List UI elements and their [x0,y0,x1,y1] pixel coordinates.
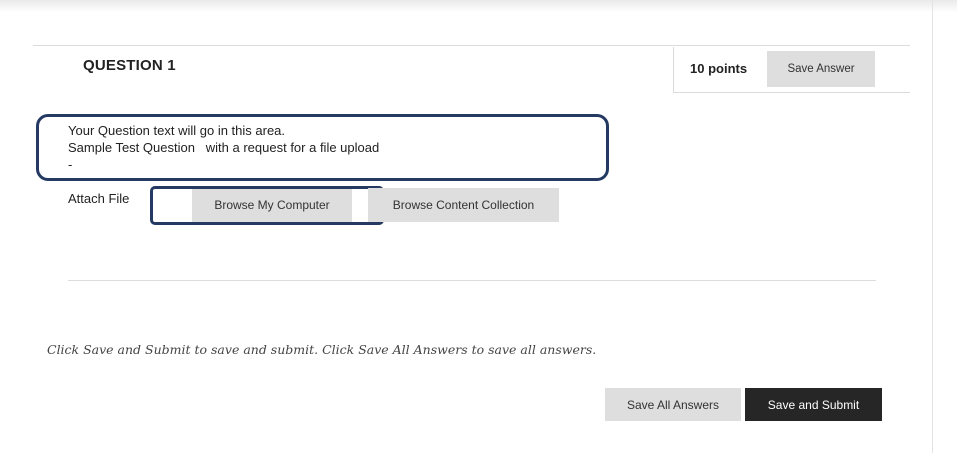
browse-content-collection-button[interactable]: Browse Content Collection [368,188,559,222]
submit-instructions: Click Save and Submit to save and submit… [47,342,597,357]
question-text-line: Sample Test Question with a request for … [68,140,380,155]
question-text-line: Your Question text will go in this area. [68,123,286,138]
attach-file-label: Attach File [68,191,130,206]
question-header-divider [33,45,910,46]
points-panel: 10 points Save Answer [673,47,910,93]
save-all-answers-button[interactable]: Save All Answers [605,388,741,421]
question-title: QUESTION 1 [83,57,176,74]
section-divider [68,280,876,281]
top-shadow [0,0,957,12]
points-label: 10 points [690,61,748,76]
test-page: QUESTION 1 10 points Save Answer Your Qu… [0,0,957,453]
question-text: Your Question text will go in this area.… [68,122,379,173]
browse-my-computer-button[interactable]: Browse My Computer [192,188,352,222]
save-answer-button[interactable]: Save Answer [767,51,875,87]
right-border [932,0,933,453]
save-and-submit-button[interactable]: Save and Submit [745,388,882,421]
question-text-line: - [68,157,73,172]
